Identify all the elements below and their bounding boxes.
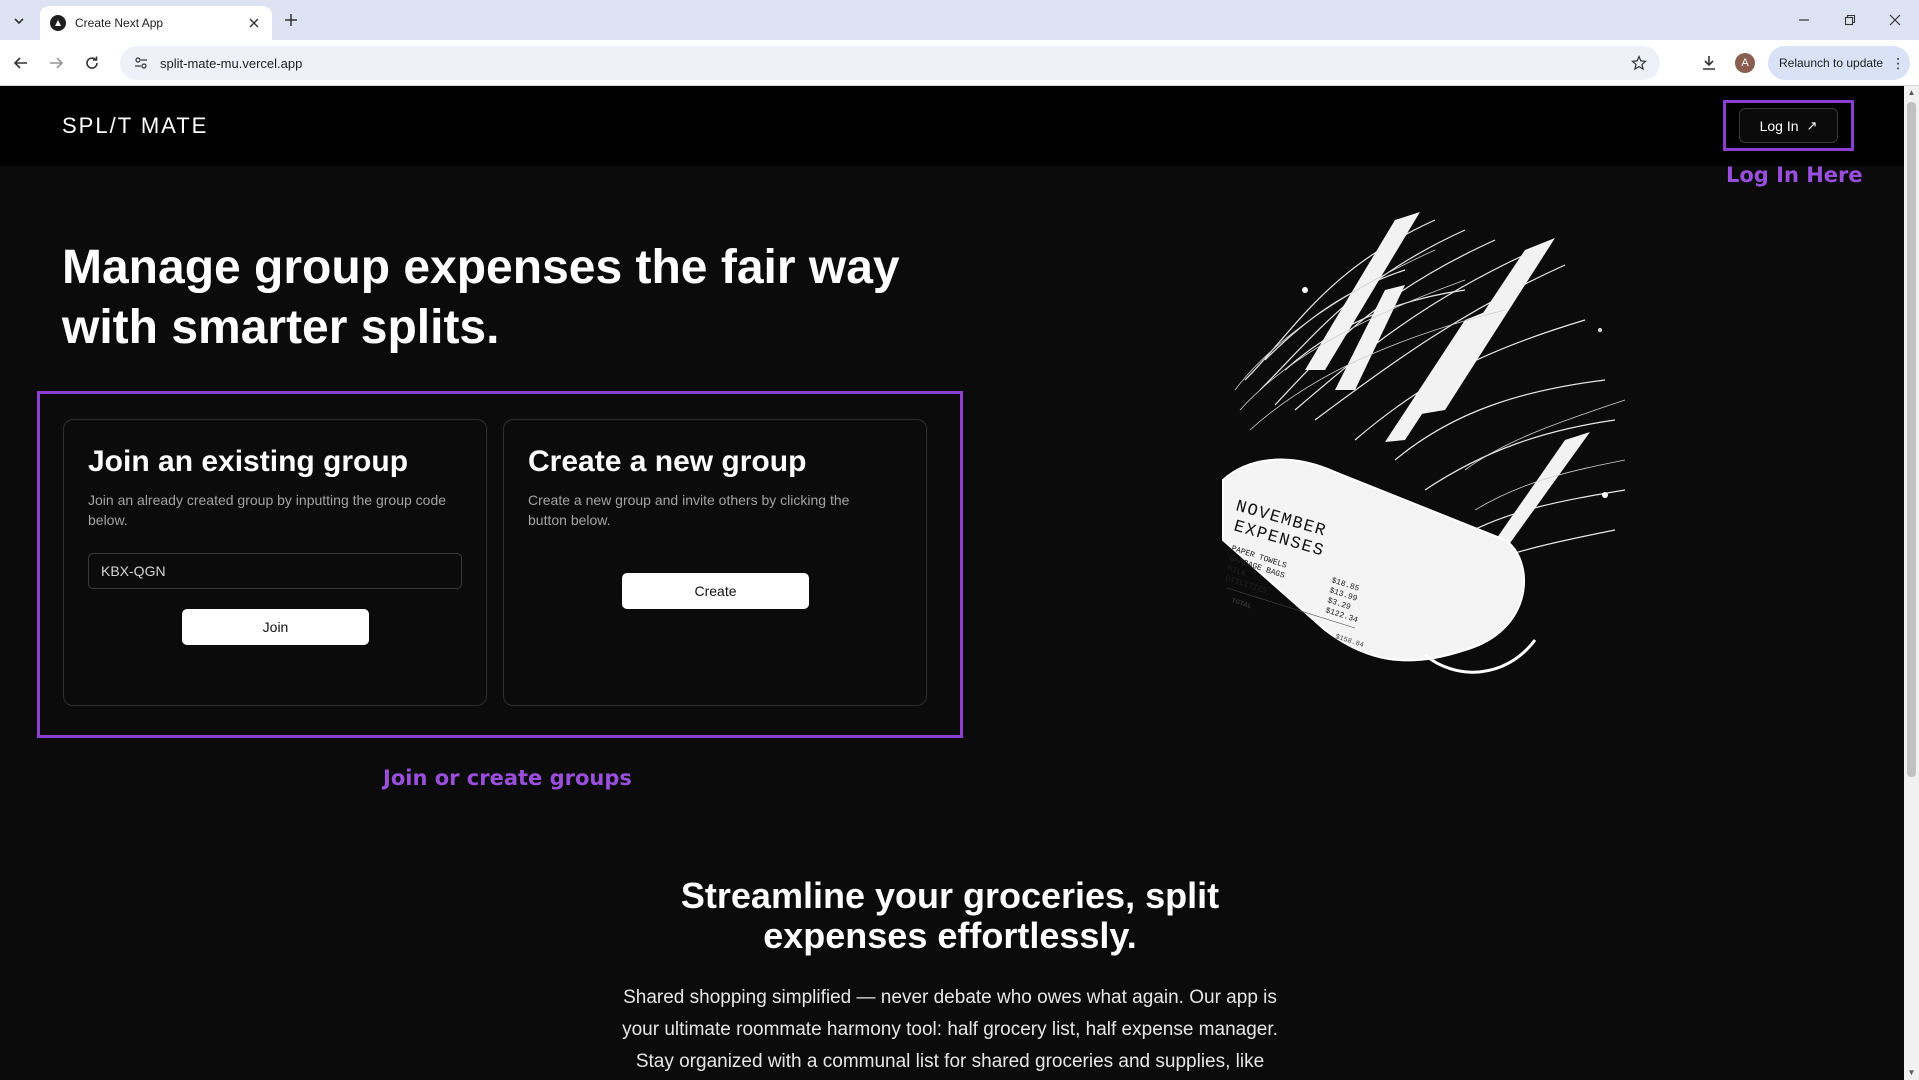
brand-logo[interactable]: SPL/T MATE — [62, 113, 208, 139]
login-label: Log In — [1759, 117, 1799, 134]
address-bar[interactable]: split-mate-mu.vercel.app — [120, 46, 1660, 80]
section-body: Shared shopping simplified — never debat… — [610, 982, 1290, 1078]
more-menu-icon[interactable]: ⋮ — [1891, 56, 1905, 70]
tab-close-icon[interactable] — [246, 15, 262, 31]
browser-tabbar: Create Next App — [0, 0, 1919, 40]
section-body-line3: Stay organized with a communal list for … — [635, 1051, 1265, 1072]
create-card-description: Create a new group and invite others by … — [528, 492, 850, 528]
hero-title-line2: with smarter splits. — [62, 301, 500, 354]
cards-annotation: Join or create groups — [383, 766, 632, 790]
restore-icon[interactable] — [1838, 8, 1862, 32]
receipt-illustration: NOVEMBER EXPENSES PAPER TOWELS GARBAGE B… — [1222, 212, 1626, 674]
receipt-item-4: UTILITIES — [1224, 574, 1268, 596]
page-viewport: SPL/T MATE Log In ↗ Log In Here Manage g… — [0, 86, 1904, 1080]
scroll-up-arrow-icon[interactable]: ▲ — [1907, 88, 1916, 97]
relaunch-to-update-button[interactable]: Relaunch to update ⋮ — [1768, 46, 1910, 80]
group-code-input[interactable] — [88, 553, 462, 589]
url-text: split-mate-mu.vercel.app — [160, 55, 303, 71]
external-arrow-icon: ↗ — [1806, 117, 1818, 133]
site-info-icon[interactable] — [132, 54, 150, 72]
section-body-line2: your ultimate roommate harmony tool: hal… — [622, 1019, 1278, 1040]
bookmark-star-icon[interactable] — [1628, 52, 1650, 74]
back-arrow-icon[interactable] — [9, 51, 33, 75]
browser-tab-active[interactable]: Create Next App — [40, 6, 272, 40]
minimize-icon[interactable] — [1792, 8, 1816, 32]
scroll-down-arrow-icon[interactable]: ▼ — [1907, 1068, 1916, 1077]
create-button[interactable]: Create — [622, 573, 809, 609]
join-button[interactable]: Join — [182, 609, 369, 645]
join-card-description: Join an already created group by inputti… — [88, 492, 447, 528]
browser-toolbar: split-mate-mu.vercel.app A Relaunch to u… — [0, 40, 1919, 86]
page-scrollbar[interactable]: ▲ ▼ — [1904, 86, 1919, 1080]
section-title-line1: Streamline your groceries, split — [680, 875, 1220, 916]
window-close-icon[interactable] — [1883, 8, 1907, 32]
section-body-line1: Shared shopping simplified — never debat… — [623, 987, 1277, 1008]
create-group-card: Create a new group Create a new group an… — [503, 419, 927, 706]
hero-title-line1: Manage group expenses the fair way — [62, 241, 900, 294]
scroll-thumb[interactable] — [1907, 102, 1916, 777]
tab-title: Create Next App — [75, 16, 164, 30]
hero-title: Manage group expenses the fair way with … — [62, 238, 962, 358]
login-button[interactable]: Log In ↗ — [1739, 108, 1838, 143]
site-header: SPL/T MATE Log In ↗ — [0, 86, 1904, 166]
receipt-total-label: TOTAL — [1230, 597, 1252, 611]
new-tab-plus-icon[interactable] — [280, 9, 302, 31]
download-icon[interactable] — [1697, 51, 1721, 75]
tab-search-chevron-icon[interactable] — [8, 10, 30, 32]
join-group-card: Join an existing group Join an already c… — [63, 419, 487, 706]
section-title: Streamline your groceries, split expense… — [640, 876, 1260, 956]
relaunch-label: Relaunch to update — [1779, 56, 1884, 70]
join-card-title: Join an existing group — [88, 445, 409, 478]
reload-icon[interactable] — [80, 51, 104, 75]
forward-arrow-icon[interactable] — [44, 51, 68, 75]
section-title-line2: expenses effortlessly. — [763, 915, 1137, 956]
create-card-title: Create a new group — [528, 445, 807, 478]
nextjs-favicon-icon — [50, 15, 66, 31]
login-annotation: Log In Here — [1726, 163, 1863, 187]
profile-avatar[interactable]: A — [1735, 53, 1755, 73]
